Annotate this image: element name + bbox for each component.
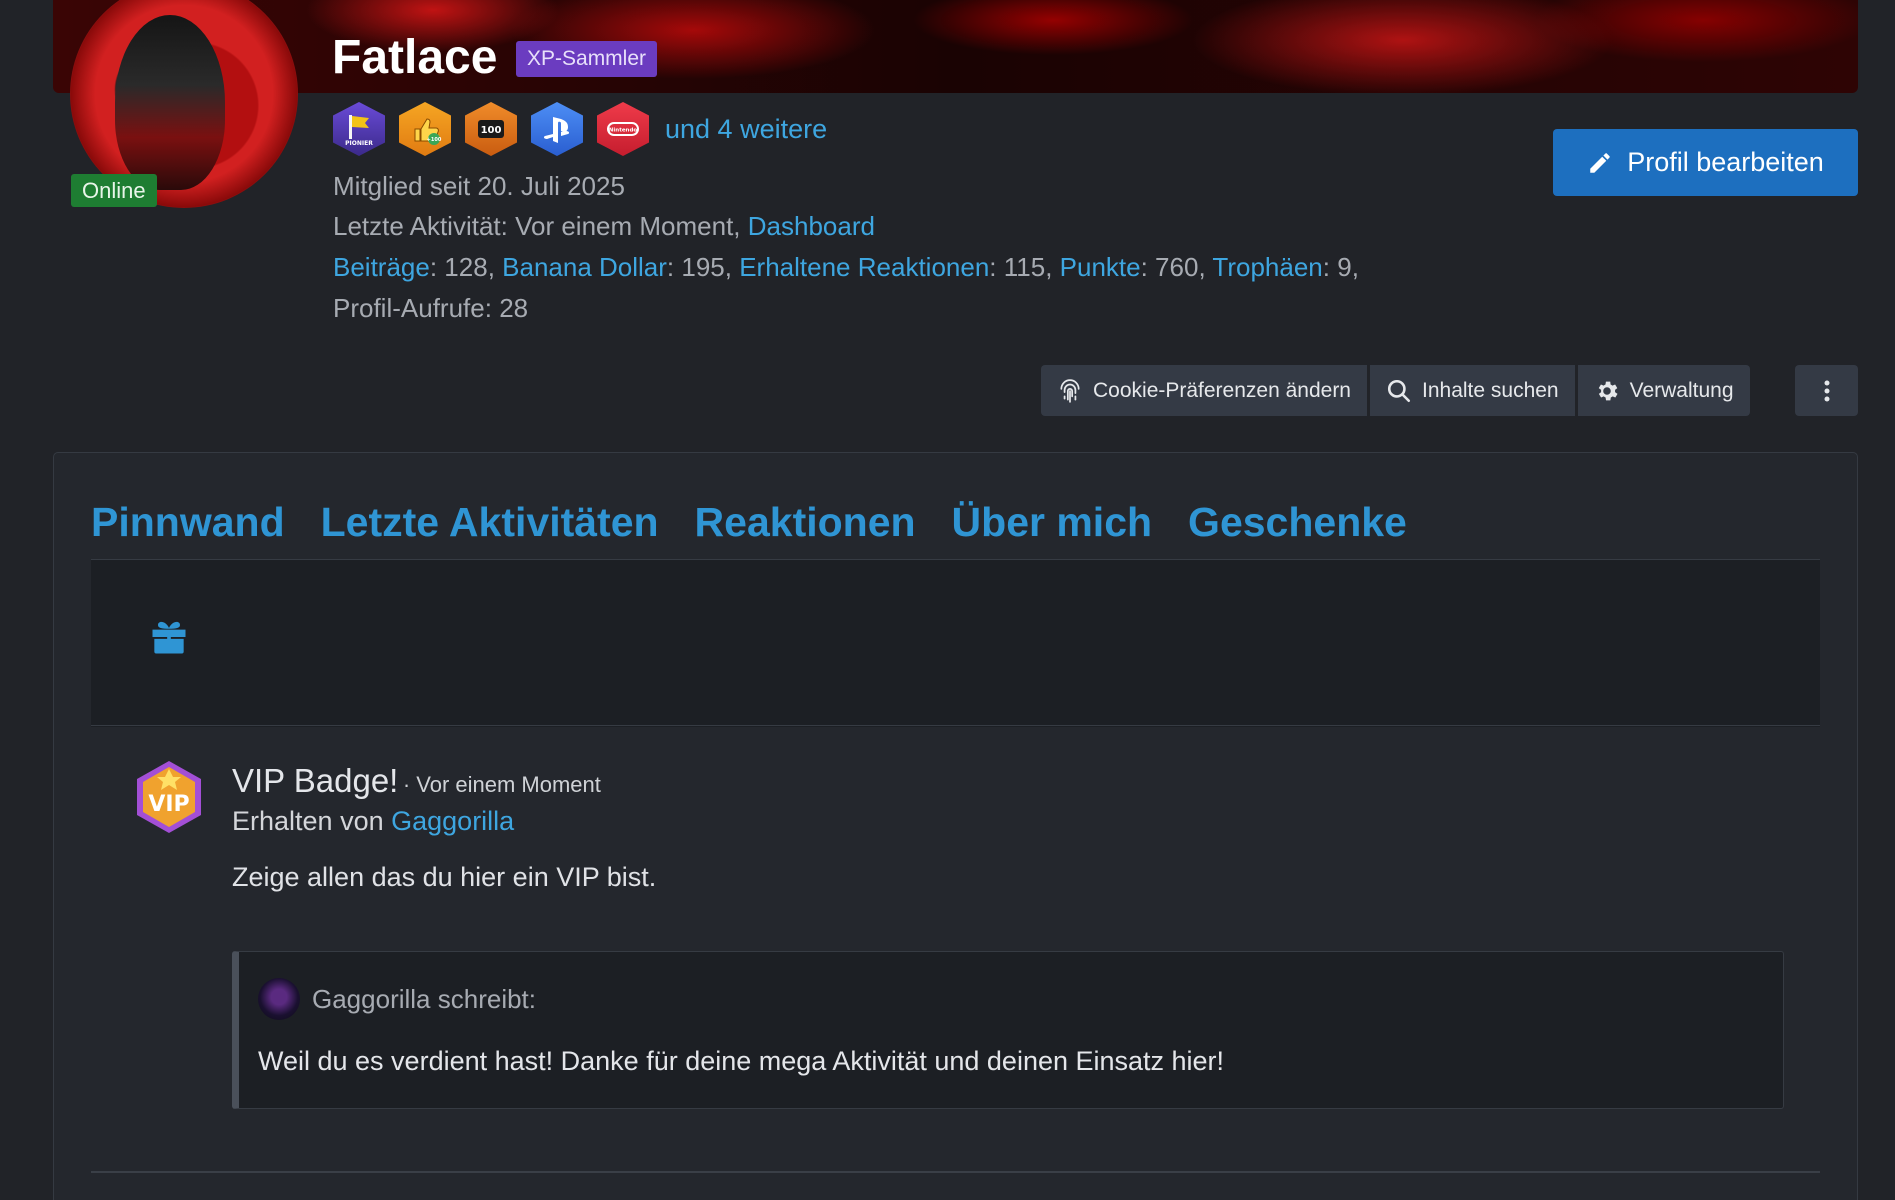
profile-views: Profil-Aufrufe: 28 [333,293,529,323]
gift-header-area [91,560,1820,727]
edit-profile-button[interactable]: Profil bearbeiten [1553,129,1858,196]
stat-posts-value: 128 [444,252,488,282]
profile-tabs: Pinnwand Letzte Aktivitäten Reaktionen Ü… [91,499,1407,563]
username[interactable]: Fatlace [332,30,497,85]
search-content-button[interactable]: Inhalte suchen [1370,365,1575,416]
member-since: Mitglied seit 20. Juli 2025 [333,171,625,201]
search-icon [1387,379,1411,402]
stat-banana-dollar-value: 195 [681,252,725,282]
gift-from-label: Erhalten von [232,806,384,836]
tab-reactions[interactable]: Reaktionen [695,499,916,563]
profile-views-value: 28 [499,293,529,323]
pioneer-badge-icon[interactable]: PIONIER [333,102,385,156]
user-title-badge: XP-Sammler [516,41,658,77]
stat-points-value: 760 [1155,252,1199,282]
last-activity: Letzte Aktivität: Vor einem Moment, Dash… [333,211,875,242]
svg-text:Nintendo: Nintendo [609,128,638,134]
profile-views-label: Profil-Aufrufe [333,293,485,323]
stat-reactions-link[interactable]: Erhaltene Reaktionen [739,252,989,282]
tab-about-me[interactable]: Über mich [952,499,1153,563]
hundred-badge-icon[interactable]: 100 [465,102,517,156]
avatar-face [115,15,225,190]
more-badges-link[interactable]: und 4 weitere [665,114,827,145]
stat-trophies-link[interactable]: Trophäen [1212,252,1322,282]
stat-reactions-value: 115 [1003,252,1046,282]
gift-sender: Erhalten von Gaggorilla [232,806,514,837]
svg-text:PIONIER: PIONIER [345,140,373,147]
fingerprint-icon [1060,378,1080,403]
trophy-badges: PIONIER +100 100 Nintendo und 4 weitere [333,102,827,156]
gift-message: Zeige allen das du hier ein VIP bist. [232,862,657,892]
quote-text: Weil du es verdient hast! Danke für dein… [258,1046,1225,1076]
tab-pinnwand[interactable]: Pinnwand [91,499,285,563]
vip-badge-icon: VIP [137,761,201,833]
gift-title-row: VIP Badge! · Vor einem Moment [232,762,601,800]
stat-posts-link[interactable]: Beiträge [333,252,430,282]
vertical-ellipsis-icon [1824,380,1829,401]
playstation-badge-icon[interactable] [531,102,583,156]
thumbs-up-badge-icon[interactable]: +100 [399,102,451,156]
more-options-button[interactable] [1795,365,1858,416]
gift-quote: Gaggorilla schreibt: Weil du es verdient… [232,951,1784,1109]
gift-time: · Vor einem Moment [402,772,601,797]
quote-author-avatar[interactable] [258,978,300,1020]
cookie-preferences-label: Cookie-Präferenzen ändern [1093,378,1351,402]
pencil-icon [1590,152,1610,173]
gift-title: VIP Badge! [232,762,399,799]
tab-gifts[interactable]: Geschenke [1188,499,1407,563]
nintendo-badge-icon[interactable]: Nintendo [597,102,649,156]
edit-profile-label: Profil bearbeiten [1627,147,1824,177]
svg-text:100: 100 [481,125,502,136]
cover-banner [53,0,1858,93]
quote-author[interactable]: Gaggorilla schreibt: [312,984,536,1015]
tab-recent-activity[interactable]: Letzte Aktivitäten [321,499,659,563]
gear-icon [1598,381,1618,400]
stat-trophies-value: 9 [1337,252,1352,282]
manage-button[interactable]: Verwaltung [1577,365,1750,416]
stat-banana-dollar-link[interactable]: Banana Dollar [502,252,667,282]
profile-actions: Cookie-Präferenzen ändern Inhalte suchen… [1041,365,1750,416]
gift-icon [152,621,186,654]
gift-divider [91,725,1820,726]
quote-header: Gaggorilla schreibt: [258,978,536,1020]
bottom-divider [91,1171,1820,1173]
dashboard-link[interactable]: Dashboard [748,211,875,241]
profile-content-panel: Pinnwand Letzte Aktivitäten Reaktionen Ü… [53,452,1858,1200]
svg-text:VIP: VIP [148,792,189,817]
online-status-badge: Online [71,174,157,207]
svg-text:+100: +100 [427,137,442,143]
profile-page: Online Fatlace XP-Sammler PIONIER +100 1… [0,0,1895,1200]
gift-sender-link[interactable]: Gaggorilla [391,806,514,836]
profile-stats: Beiträge: 128, Banana Dollar: 195, Erhal… [333,252,1359,323]
cookie-preferences-button[interactable]: Cookie-Präferenzen ändern [1041,365,1367,416]
stat-points-link[interactable]: Punkte [1060,252,1141,282]
search-content-label: Inhalte suchen [1422,378,1559,402]
manage-label: Verwaltung [1629,378,1734,402]
last-activity-label: Letzte Aktivität: Vor einem Moment, [333,211,741,241]
